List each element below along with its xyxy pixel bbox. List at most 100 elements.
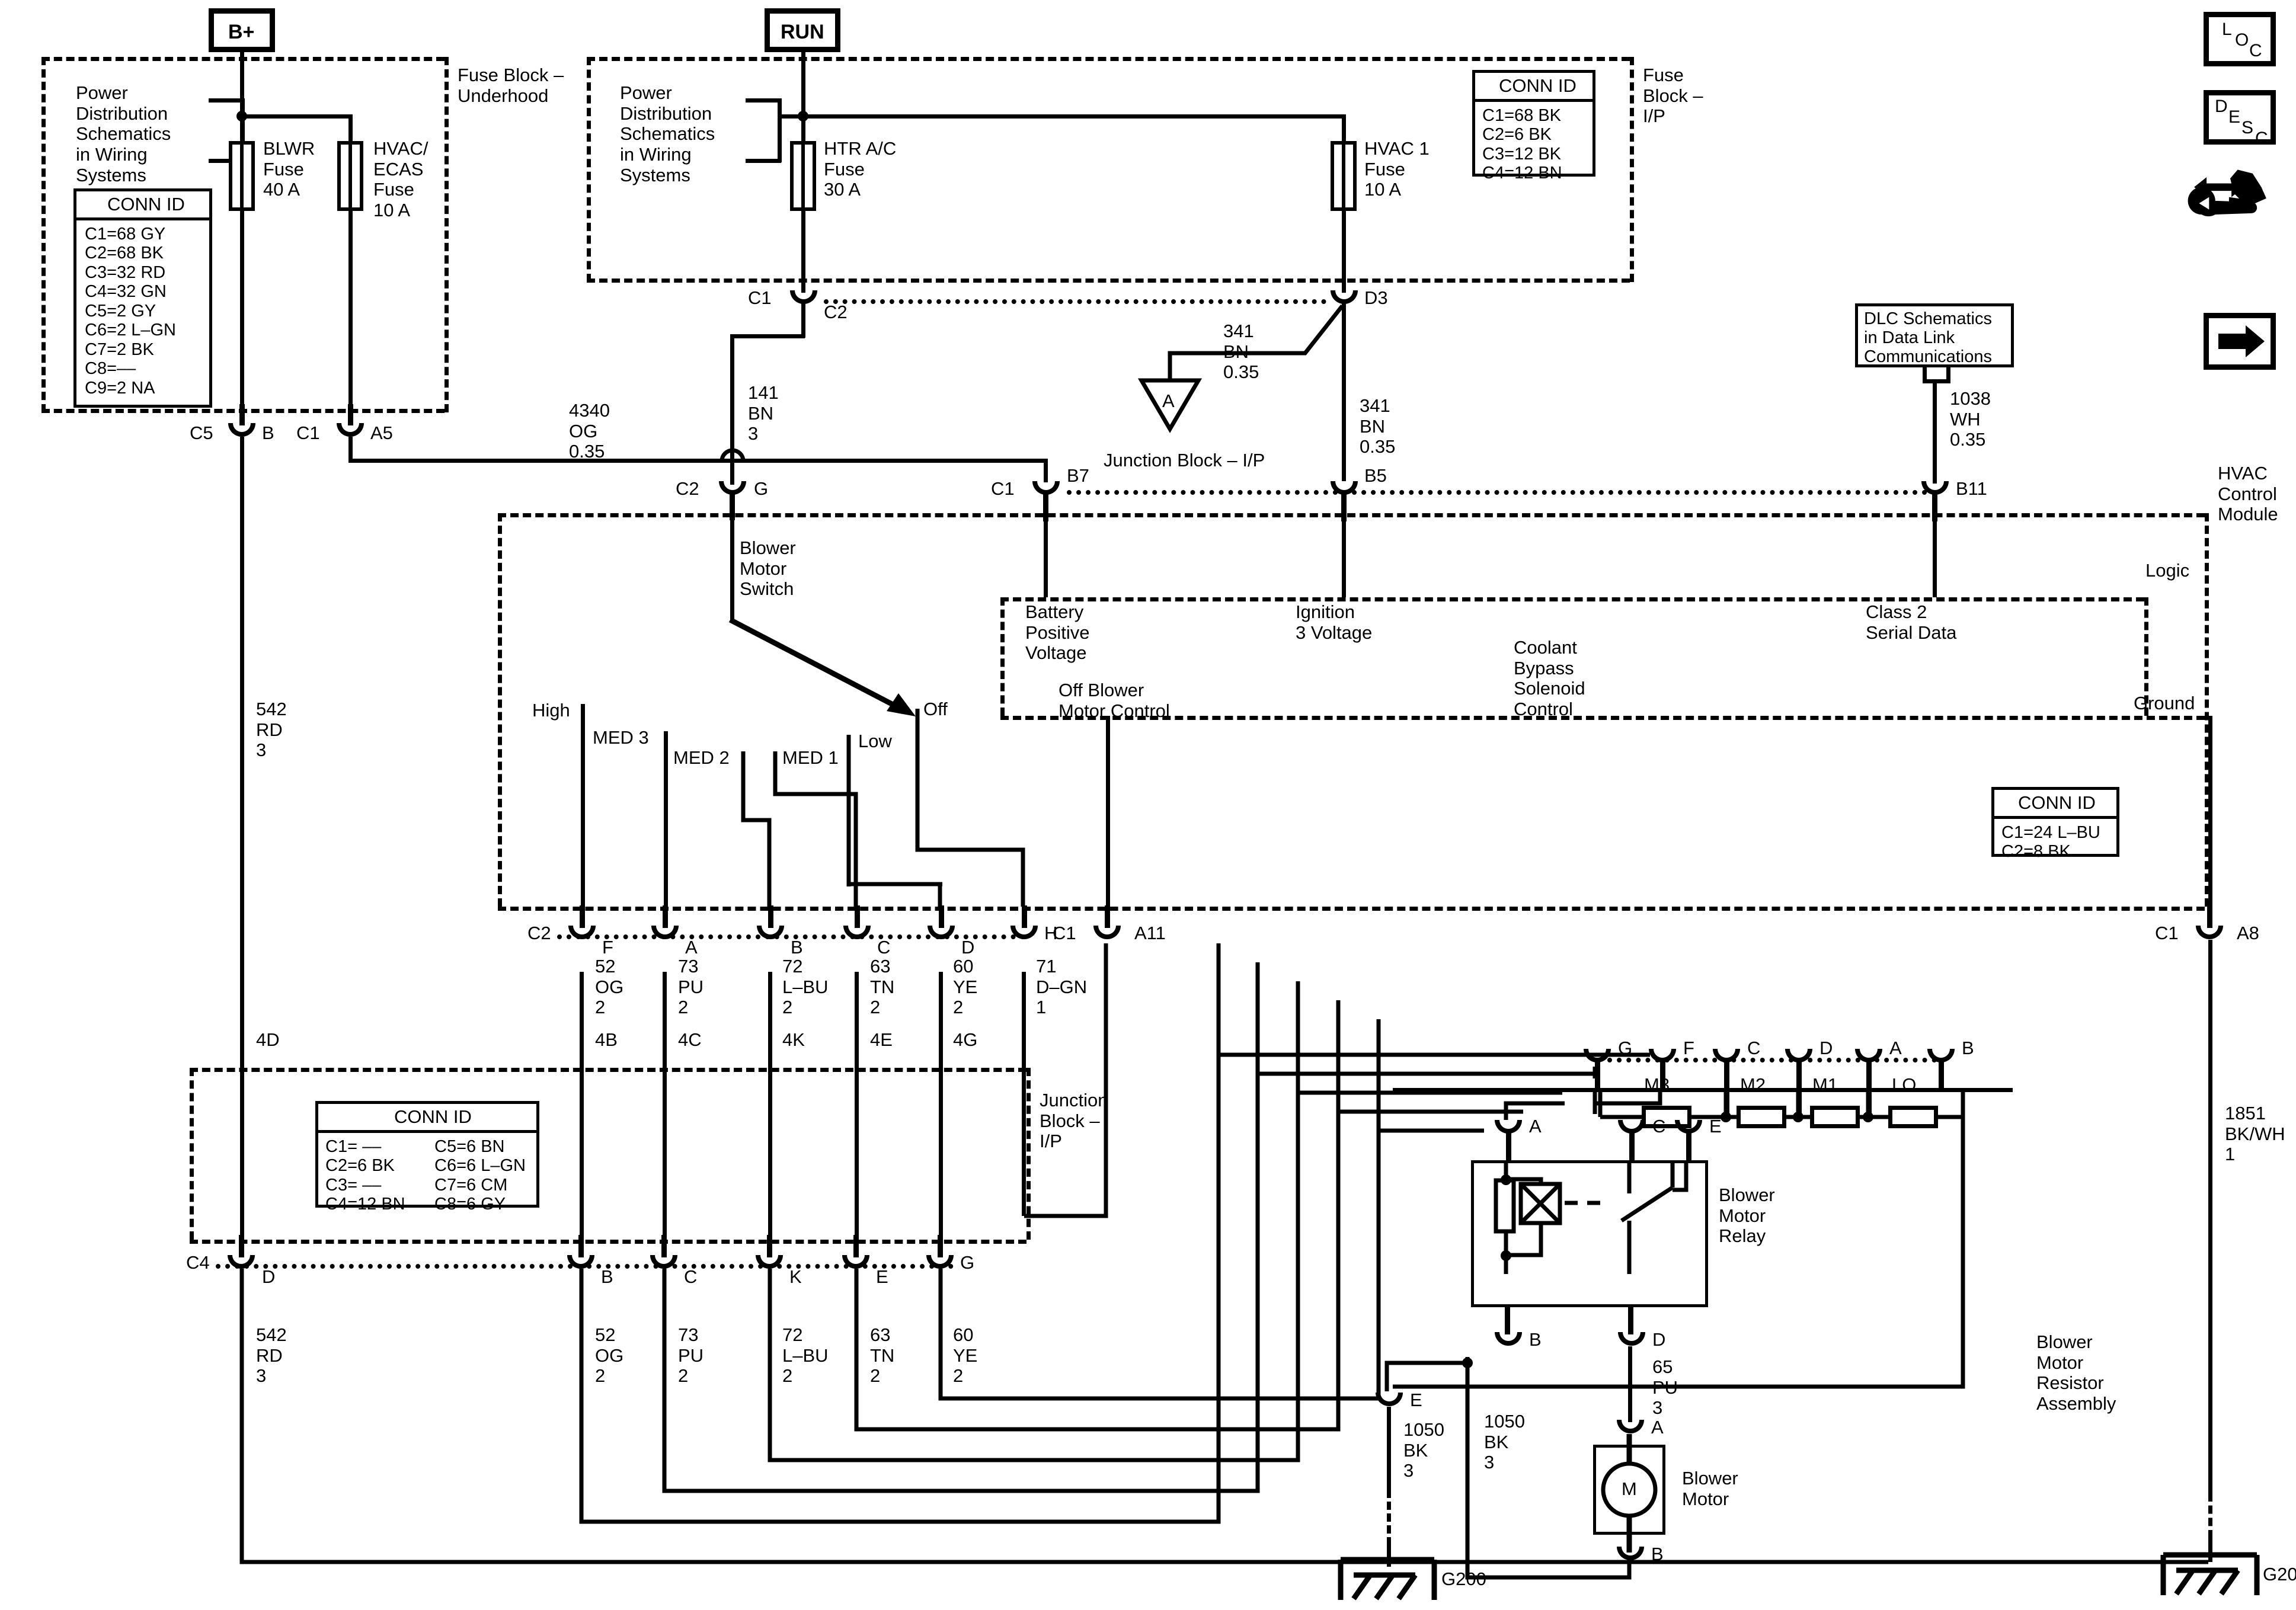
blower-motor-relay-label: Blower Motor Relay [1719,1185,1775,1247]
resistor-m3-label: M3 [1644,1074,1670,1095]
hvac-connid-rows: C1=24 L–BU C2=8 BK [2001,823,2100,862]
pin-b5-label: B5 [1364,465,1387,486]
jb-wire-4k [768,972,772,1247]
dlc-schematics-box[interactable]: DLC Schematics in Data Link Communicatio… [1855,303,2014,367]
blower-motor-switch-label: Blower Motor Switch [740,537,796,600]
relay-node-bottom [1501,1250,1511,1261]
wire-341-a-label: 341 BN 0.35 [1223,321,1259,383]
sw-pin-c-label: C [877,937,891,958]
jb-cavity-4c: 4C [678,1029,702,1050]
switch-wiper-arrow [728,617,916,716]
connector-run-hvac-top [1067,490,1937,495]
hvac-module-top [498,513,2205,517]
hvac-logic-left [1000,597,1005,716]
wire-b7-into-module [1044,519,1048,597]
jb-wire-4d [240,1007,244,1247]
contact-off-label: Off [923,699,948,719]
sw-wire-72-label: 72 L–BU 2 [782,956,829,1018]
wire-hop-141 [720,448,746,462]
wire-141-c [730,334,734,460]
run-badge: RUN [765,8,840,52]
relay-pin-c [1618,1120,1645,1134]
wire-4340-run [348,459,1048,463]
junction-block-ip-splice-label: Junction Block – I/P [1104,450,1265,470]
loc-letter-l: L [2222,20,2232,39]
bottom-wire-73-label: 73 PU 2 [678,1324,704,1387]
pin-c1-label-uh: C1 [296,422,320,443]
bm-pin-a-label: A [1651,1417,1664,1438]
fb-underhood-connid-box: CONN ID C1=68 GY C2=68 BK C3=32 RD C4=32… [73,188,212,408]
pin-a11-label: A11 [1134,923,1166,943]
bm-pin-a [1617,1420,1644,1433]
resistor-chain-wiring [1393,1088,1965,1389]
jb-ip-bottom [190,1240,1027,1244]
pin-c2-label-ip: C2 [824,302,848,322]
wire-1038 [1933,379,1937,484]
bottom-wire-72-label: 72 L–BU 2 [782,1324,829,1387]
relay-pin-a [1495,1120,1522,1134]
wire-542-left-label: 542 RD 3 [256,699,287,761]
wire-65-label: 65 PU 3 [1652,1356,1678,1419]
g200-ground-symbol [1338,1557,1437,1601]
pin-b7-label: B7 [1067,465,1089,486]
bottom-wire-63-label: 63 TN 2 [870,1324,895,1387]
hvac-connid-box: CONN ID C1=24 L–BU C2=8 BK [1991,787,2119,861]
sw-pin-d-label: D [961,937,975,958]
hvac1-feed [1342,114,1346,144]
fb-underhood-connid-title: CONN ID [107,194,185,215]
relay-pin-c-stub [1629,1133,1635,1161]
ground-path-1050 [1384,1357,1632,1580]
wire-1851-tail [2208,1535,2212,1562]
jb-ip-right [1027,1068,1031,1240]
relay-pin-d-label: D [1652,1329,1666,1350]
fn-coolant-bypass-solenoid-control: Coolant Bypass Solenoid Control [1514,637,1585,720]
contact-high-stem [581,704,585,907]
ra-pin-b-label: B [1962,1038,1974,1058]
blower-motor-symbol [1601,1434,1658,1553]
wire-1851-label: 1851 BK/WH 1 [2225,1103,2285,1165]
harness-fanout [1216,948,1650,1133]
relay-pin-d-stub [1628,1306,1633,1334]
jb-pin-b-stub [578,1235,584,1257]
wire-1050a-tail [1387,1543,1391,1567]
jb-pin-c4-label: C4 [186,1252,210,1273]
htrac-feed [801,114,805,144]
pin-c5-label: C5 [190,422,213,443]
contact-med1-label: MED 1 [782,747,839,768]
sw-pin-h-stub [1022,905,1027,928]
pin-g-label-sw: G [754,478,769,499]
loc-button[interactable]: L O C [2204,12,2276,66]
resistor-m1 [1810,1106,1860,1128]
jb-connid-rows-right: C5=6 BN C6=6 L–GN C7=6 CM C8=6 GY [434,1137,526,1214]
jb-cavity-4e: 4E [870,1029,893,1050]
sw-pin-a-label: A [685,937,698,958]
hvac-logic-bottom [1000,716,2205,720]
jb-pin-g-stub [938,1235,943,1257]
desc-button[interactable]: D E S C [2204,90,2276,148]
contact-off-path [915,709,1025,907]
next-page-button[interactable] [2204,313,2276,370]
hvac-module-title: HVAC Control Module [2218,463,2278,525]
relay-pin-b [1495,1332,1522,1346]
sw-pin-b-label: B [791,937,803,958]
fb-ip-note: Power Distribution Schematics in Wiring … [620,82,715,185]
pin-c2-label-sw: C2 [676,478,699,499]
desc-letter-c: C [2255,129,2268,148]
fn-ignition-3-voltage: Ignition 3 Voltage [1296,601,1373,643]
bottom-wire-52-label: 52 OG 2 [595,1324,624,1387]
resistor-m1-label: M1 [1812,1074,1838,1095]
b-plus-label: B+ [228,21,255,43]
blwr-fuse-label: BLWR Fuse 40 A [263,138,315,200]
connector-run-jb-bottom [216,1264,954,1269]
ra-node-c [1721,1112,1731,1122]
bottom-wire-542-label: 542 RD 3 [256,1324,287,1387]
hvac-module-logic-label: Logic [2145,560,2190,581]
wire-341-b [1342,302,1346,481]
jb-cavity-4d: 4D [256,1029,280,1050]
g200-label: G200 [1441,1569,1486,1589]
relay-pin-b-stub [1505,1306,1510,1334]
switch-wiper-stem [730,520,734,620]
hand-wrench-icon[interactable] [0,0,2296,1610]
dlc-schematics-text: DLC Schematics in Data Link Communicatio… [1864,309,1992,366]
run-label: RUN [781,21,824,43]
